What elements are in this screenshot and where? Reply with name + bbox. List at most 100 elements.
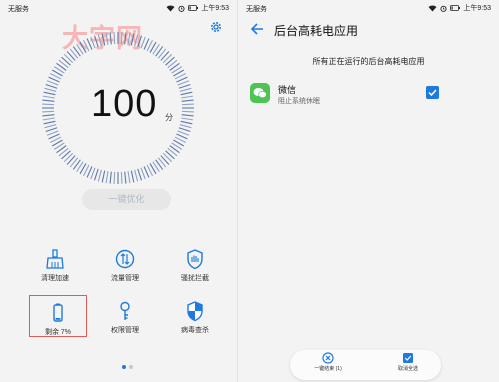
deselect-all-label: 取消全选	[397, 366, 418, 372]
virus-shield-icon	[187, 301, 203, 322]
gauge-tick	[179, 87, 192, 92]
shield-hand-icon	[187, 249, 203, 270]
tool-battery[interactable]: 剩余 7%	[29, 295, 87, 337]
app-description: 阻止系统休眠	[278, 98, 320, 105]
gauge-tick	[45, 127, 58, 133]
gauge-tick	[101, 33, 106, 46]
gauge-tick	[97, 169, 102, 182]
gauge-tick	[109, 32, 112, 45]
gear-icon[interactable]	[209, 20, 223, 34]
app-name: 微信	[278, 85, 297, 95]
score-value: 100	[91, 83, 158, 125]
checkbox-icon	[403, 353, 413, 363]
tool-label: 流量管理	[111, 275, 139, 282]
battery-status-icon	[450, 5, 461, 11]
key-icon	[120, 301, 130, 320]
page-indicator	[122, 365, 133, 369]
tool-permissions[interactable]: 权限管理	[90, 290, 160, 336]
gauge-tick	[46, 130, 59, 136]
high-power-apps-screen: 无服务 上午9:53 后台高耗电应用 所有正在运行的后台高耗电应用 微信 阻止系…	[237, 0, 499, 382]
gauge-tick	[127, 171, 131, 184]
end-all-label: 一键结束 (1)	[314, 366, 342, 372]
tool-label: 病毒查杀	[181, 327, 209, 334]
gauge-tick	[180, 91, 193, 96]
tool-label: 剩余 7%	[44, 329, 72, 336]
tool-harassment-block[interactable]: 骚扰拦截	[160, 238, 230, 284]
tool-label: 权限管理	[111, 327, 139, 334]
gauge-tick	[43, 120, 56, 125]
gauge-tick	[178, 83, 191, 89]
tool-label: 骚扰拦截	[181, 275, 209, 282]
gauge-tick	[134, 169, 139, 182]
gauge-tick	[137, 35, 143, 48]
deselect-all-button[interactable]: 取消全选	[378, 352, 438, 372]
optimize-button[interactable]: 一键优化	[82, 189, 171, 210]
gauge-tick	[44, 87, 57, 92]
carrier-label: 无服务	[246, 6, 267, 13]
carrier-label: 无服务	[8, 6, 29, 13]
gauge-tick	[179, 124, 192, 129]
gauge-tick	[177, 130, 190, 136]
gauge-tick	[181, 103, 194, 106]
gauge-tick	[105, 32, 109, 45]
status-icons: 上午9:53	[166, 3, 229, 13]
gauge-tick	[97, 34, 102, 47]
gauge-tick	[181, 95, 194, 99]
status-bar: 无服务 上午9:53	[0, 0, 237, 16]
checkbox-checked-icon[interactable]	[426, 86, 439, 99]
gauge-tick	[120, 171, 123, 184]
clock-label: 上午9:53	[201, 5, 229, 12]
end-all-button[interactable]: 一键结束 (1)	[298, 352, 358, 372]
battery-status-icon	[188, 5, 199, 11]
gauge-tick	[180, 120, 193, 125]
back-arrow-icon[interactable]	[250, 22, 264, 36]
gauge-tick	[90, 167, 96, 180]
score-unit: 分	[165, 113, 173, 122]
broom-icon	[46, 249, 64, 269]
clock-label: 上午9:53	[463, 5, 491, 12]
data-usage-icon	[115, 249, 135, 269]
gauge-tick	[137, 168, 143, 181]
page-dot	[129, 365, 133, 369]
tool-virus-scan[interactable]: 病毒查杀	[160, 290, 230, 336]
gauge-tick	[130, 170, 135, 183]
gauge-tick	[93, 168, 99, 181]
gauge-tick	[93, 35, 99, 48]
gauge-tick	[177, 80, 190, 86]
alarm-icon	[440, 5, 447, 12]
tool-data-usage[interactable]: 流量管理	[90, 238, 160, 284]
list-item[interactable]: 微信 阻止系统休眠	[250, 81, 490, 109]
tool-cleanup[interactable]: 清理加速	[20, 238, 90, 284]
gauge-tick	[42, 95, 55, 99]
gauge-tick	[140, 36, 146, 49]
bottom-action-bar: 一键结束 (1) 取消全选	[290, 350, 441, 380]
gauge-tick	[109, 171, 112, 184]
gauge-tick	[42, 103, 55, 106]
gauge-tick	[178, 127, 191, 133]
gauge-tick	[181, 99, 194, 102]
section-subtitle: 所有正在运行的后台高耗电应用	[312, 57, 425, 66]
gauge-tick	[140, 167, 146, 180]
gauge-tick	[127, 32, 131, 45]
status-icons: 上午9:53	[428, 3, 491, 13]
gauge-tick	[181, 110, 194, 113]
gauge-tick	[42, 99, 55, 102]
phone-manager-screen: 无服务 上午9:53 大字网 100 分 一键优化 清理加速 流量管理 骚扰拦截…	[0, 0, 237, 382]
battery-icon	[53, 303, 63, 322]
gauge-tick	[46, 80, 59, 86]
gauge-tick	[105, 171, 109, 184]
page-title: 后台高耗电应用	[274, 24, 359, 38]
gauge-tick	[45, 83, 58, 89]
gauge-tick	[124, 32, 127, 45]
gauge-tick	[44, 124, 57, 129]
wifi-icon	[166, 4, 175, 11]
gauge-tick	[113, 171, 116, 184]
gauge-tick	[181, 117, 194, 121]
gauge-tick	[181, 114, 194, 117]
tool-label: 清理加速	[41, 275, 69, 282]
gauge-tick	[101, 170, 106, 183]
wechat-icon	[250, 83, 270, 103]
gauge-tick	[90, 36, 96, 49]
alarm-icon	[178, 5, 185, 12]
gauge-tick	[113, 32, 116, 45]
